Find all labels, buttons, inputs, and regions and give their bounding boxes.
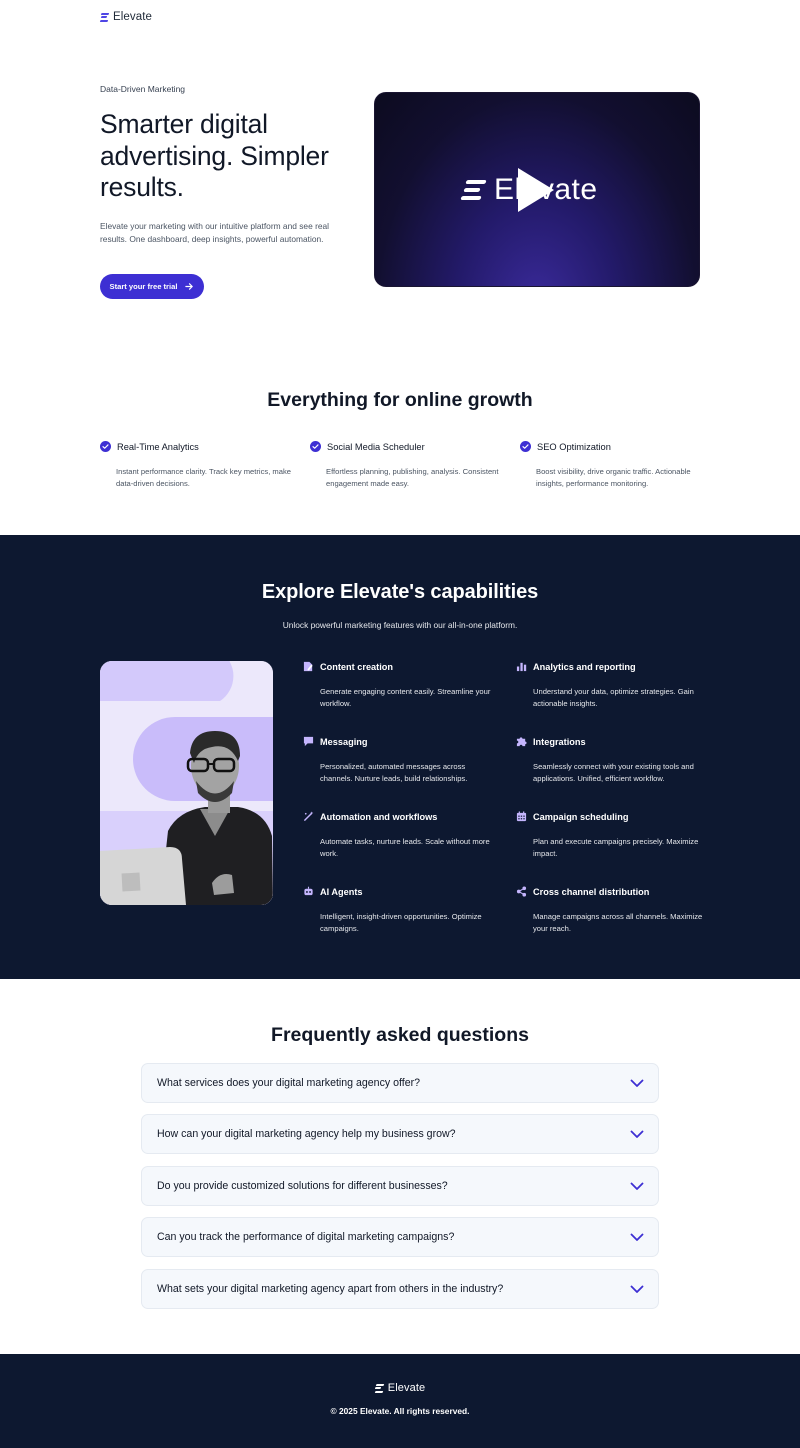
pen-icon [303, 661, 313, 672]
start-trial-button[interactable]: Start your free trial [100, 274, 204, 299]
chevron-down-icon [630, 1130, 644, 1138]
logo-icon [460, 178, 487, 202]
feature-description: Boost visibility, drive organic traffic.… [536, 467, 691, 488]
faq-item[interactable]: Do you provide customized solutions for … [141, 1166, 659, 1206]
faq-item[interactable]: What services does your digital marketin… [141, 1063, 659, 1103]
capability-title: Campaign scheduling [533, 811, 629, 822]
copyright-text: © 2025 Elevate. All rights reserved. [330, 1406, 470, 1416]
feature-description: Effortless planning, publishing, analysi… [326, 467, 499, 488]
capability-title: AI Agents [320, 886, 363, 897]
capability-ai-agents: AI Agents Intelligent, insight-driven op… [303, 886, 493, 935]
bar-chart-icon [516, 662, 527, 672]
footer-brand-name: Elevate [387, 1382, 426, 1394]
person-with-laptop-image [100, 661, 273, 905]
feature-seo-optimization: SEO Optimization Boost visibility, drive… [520, 441, 710, 490]
capability-description: Intelligent, insight-driven opportunitie… [320, 912, 482, 933]
feature-description: Instant performance clarity. Track key m… [116, 467, 291, 488]
logo-icon [374, 1383, 385, 1393]
capabilities-section: Explore Elevate's capabilities Unlock po… [0, 535, 800, 979]
capabilities-title: Explore Elevate's capabilities [261, 581, 539, 603]
capability-description: Seamlessly connect with your existing to… [533, 762, 694, 783]
capabilities-subtitle: Unlock powerful marketing features with … [282, 620, 518, 630]
magic-wand-icon [304, 811, 314, 821]
feature-social-media-scheduler: Social Media Scheduler Effortless planni… [310, 441, 500, 490]
chevron-down-icon [630, 1182, 644, 1190]
capability-content-creation: Content creation Generate engaging conte… [303, 661, 493, 710]
chevron-down-icon [630, 1233, 644, 1241]
check-circle-icon [310, 441, 321, 452]
hero-video[interactable]: Elevate [374, 92, 700, 287]
check-circle-icon [520, 441, 531, 452]
capability-title: Cross channel distribution [533, 886, 650, 897]
feature-real-time-analytics: Real-Time Analytics Instant performance … [100, 441, 291, 490]
chevron-down-icon [630, 1079, 644, 1087]
hero-description: Elevate your marketing with our intuitiv… [100, 221, 330, 244]
capability-description: Generate engaging content easily. Stream… [320, 687, 491, 708]
play-icon[interactable] [516, 166, 556, 214]
puzzle-icon [516, 737, 527, 747]
capability-title: Integrations [533, 736, 586, 747]
feature-title: SEO Optimization [537, 441, 611, 452]
hero-title: Smarter digital advertising. Simpler res… [100, 109, 329, 202]
capability-title: Messaging [320, 736, 368, 747]
start-trial-label: Start your free trial [109, 282, 178, 291]
capability-title: Analytics and reporting [533, 661, 636, 672]
faq-question: Can you track the performance of digital… [157, 1231, 455, 1243]
capability-campaign-scheduling: Campaign scheduling Plan and execute cam… [516, 811, 706, 860]
features-title: Everything for online growth [267, 389, 533, 411]
capability-description: Manage campaigns across all channels. Ma… [533, 912, 703, 933]
brand-name[interactable]: Elevate [113, 11, 152, 23]
capability-messaging: Messaging Personalized, automated messag… [303, 736, 493, 785]
check-circle-icon [100, 441, 111, 452]
feature-title: Real-Time Analytics [117, 441, 199, 452]
capability-description: Automate tasks, nurture leads. Scale wit… [320, 837, 490, 858]
faq-item[interactable]: Can you track the performance of digital… [141, 1217, 659, 1257]
footer-logo[interactable]: Elevate [0, 1382, 800, 1394]
capability-title: Automation and workflows [320, 811, 438, 822]
faq-question: Do you provide customized solutions for … [157, 1180, 448, 1192]
feature-title: Social Media Scheduler [327, 441, 425, 452]
capability-description: Understand your data, optimize strategie… [533, 687, 694, 708]
faq-title: Frequently asked questions [271, 1024, 529, 1046]
robot-icon [304, 886, 313, 896]
site-footer: Elevate © 2025 Elevate. All rights reser… [0, 1354, 800, 1448]
capability-cross-channel-distribution: Cross channel distribution Manage campai… [516, 886, 706, 935]
capability-description: Plan and execute campaigns precisely. Ma… [533, 837, 699, 858]
site-header: Elevate [99, 10, 152, 24]
faq-question: How can your digital marketing agency he… [157, 1128, 456, 1140]
capability-title: Content creation [320, 661, 393, 672]
faq-item[interactable]: What sets your digital marketing agency … [141, 1269, 659, 1309]
faq-question: What sets your digital marketing agency … [157, 1283, 504, 1295]
capability-integrations: Integrations Seamlessly connect with you… [516, 736, 706, 785]
faq-question: What services does your digital marketin… [157, 1077, 421, 1089]
capability-automation-and-workflows: Automation and workflows Automate tasks,… [303, 811, 493, 860]
capability-analytics-and-reporting: Analytics and reporting Understand your … [516, 661, 706, 710]
capability-description: Personalized, automated messages across … [320, 762, 468, 783]
chat-icon [303, 736, 314, 747]
logo-icon[interactable] [99, 12, 110, 22]
arrow-right-icon [185, 283, 194, 290]
faq-item[interactable]: How can your digital marketing agency he… [141, 1114, 659, 1154]
calendar-icon [516, 811, 527, 822]
hero-eyebrow: Data-Driven Marketing [100, 84, 186, 94]
share-icon [516, 886, 527, 897]
chevron-down-icon [630, 1285, 644, 1293]
